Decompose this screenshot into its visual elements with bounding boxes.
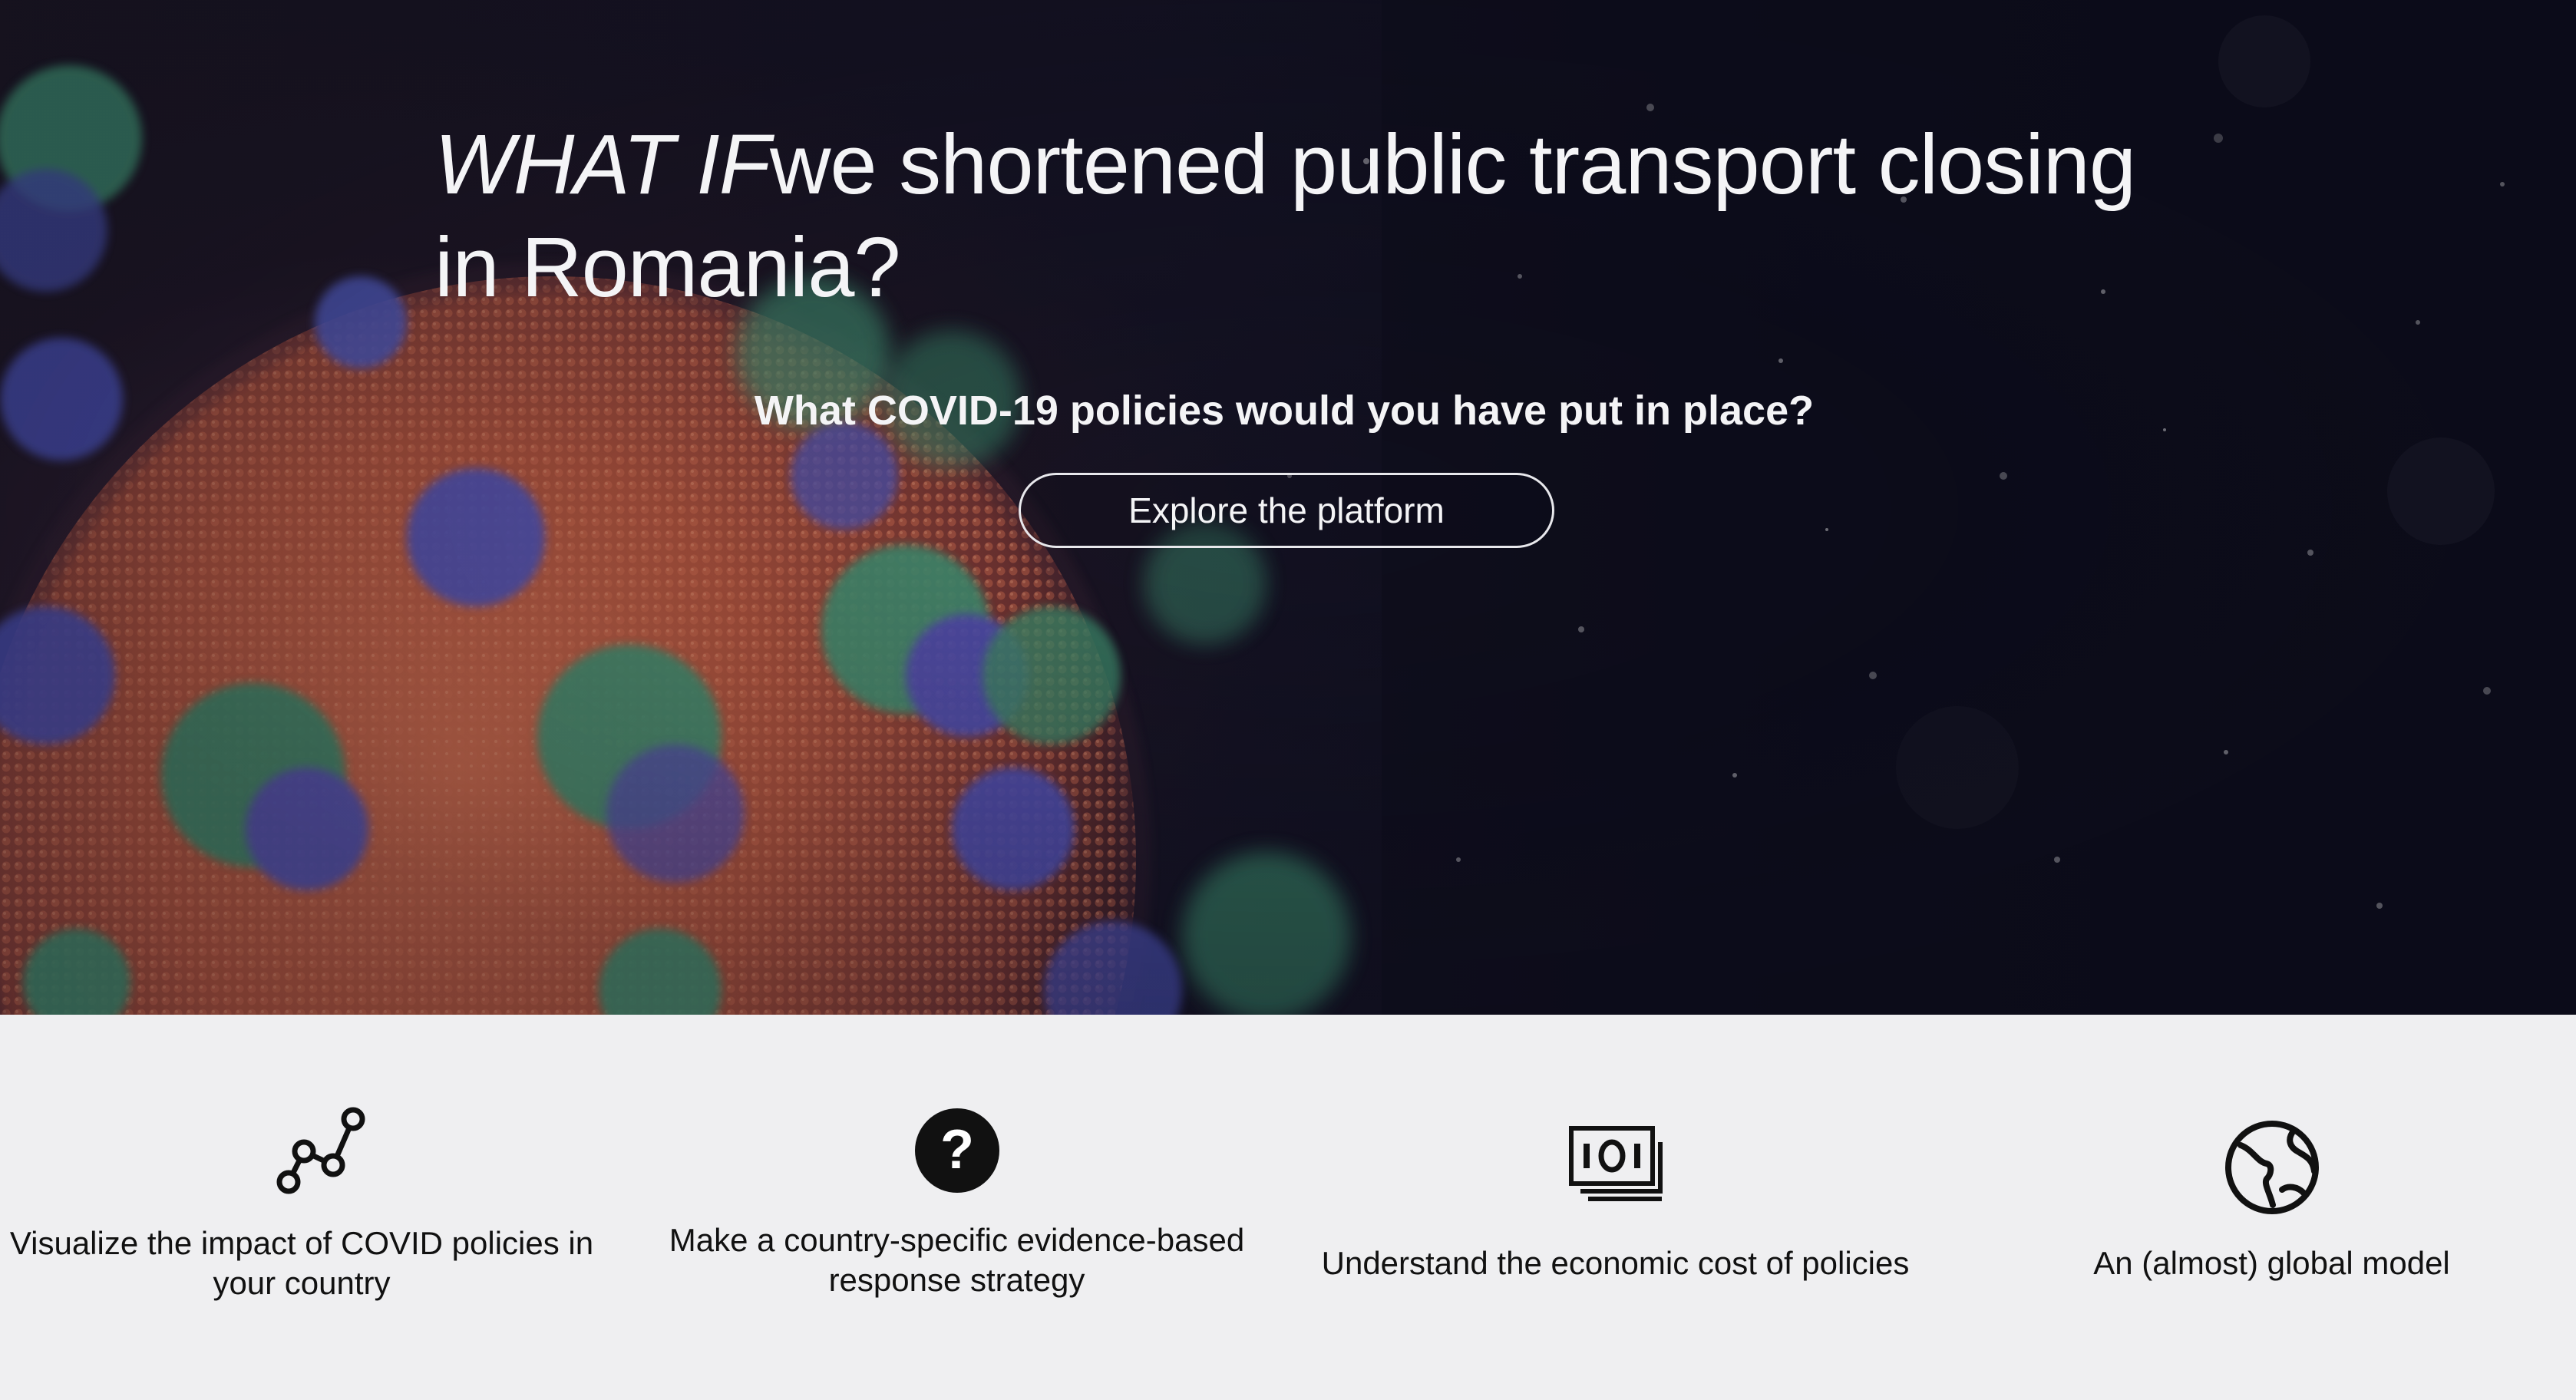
feature-global-model: An (almost) global model: [1950, 1015, 2576, 1400]
features-section: Visualize the impact of COVID policies i…: [0, 1015, 2576, 1400]
landing-page: WHAT IFwe shortened public transport clo…: [0, 0, 2576, 1400]
hero-title-lead: WHAT IF: [434, 117, 771, 212]
feature-label: Visualize the impact of COVID policies i…: [9, 1225, 594, 1301]
feature-label: An (almost) global model: [2093, 1245, 2450, 1281]
hero-section: WHAT IFwe shortened public transport clo…: [0, 0, 2576, 1015]
question-circle-icon: ?: [914, 1108, 999, 1193]
feature-economic-cost: Understand the economic cost of policies: [1293, 1015, 1937, 1400]
hero-subtitle-text: What COVID-19 policies would you have pu…: [754, 388, 1815, 434]
money-stack-icon: [1568, 1126, 1663, 1201]
feature-label: Understand the economic cost of policies: [1321, 1245, 1910, 1281]
globe-icon: [2224, 1121, 2319, 1214]
feature-response-strategy: ? Make a country-specific evidence-based…: [635, 1015, 1279, 1400]
svg-text:?: ?: [940, 1119, 974, 1180]
hero-title: WHAT IFwe shortened public transport clo…: [434, 114, 2200, 319]
feature-label: Make a country-specific evidence-based r…: [669, 1222, 1245, 1298]
line-chart-icon: [276, 1107, 365, 1194]
feature-visualize-impact: Visualize the impact of COVID policies i…: [0, 1015, 644, 1400]
explore-platform-button[interactable]: Explore the platform: [1019, 473, 1554, 548]
hero-subtitle: What COVID-19 policies would you have pu…: [0, 384, 2576, 438]
